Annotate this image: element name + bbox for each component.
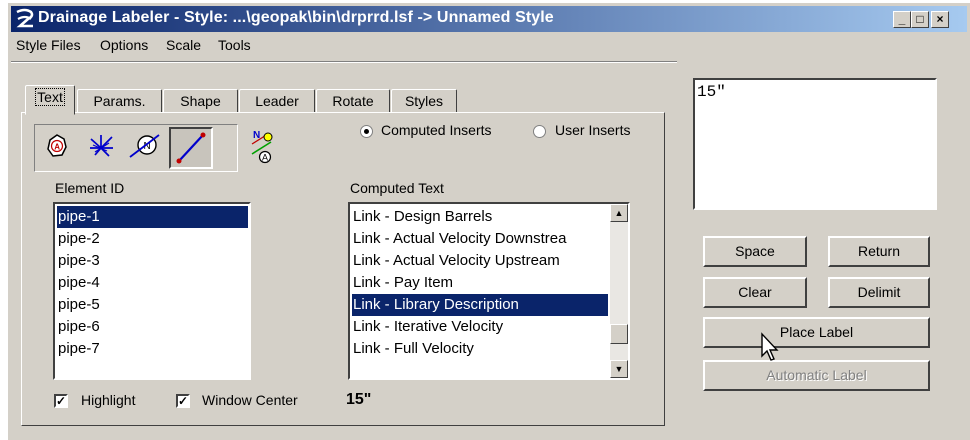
tab-rotate[interactable]: Rotate: [316, 89, 390, 113]
link-tool-icon[interactable]: [169, 127, 213, 169]
list-item[interactable]: pipe-6: [57, 316, 100, 338]
list-item[interactable]: pipe-5: [57, 294, 100, 316]
geopak-logo-icon: [16, 8, 34, 28]
list-item[interactable]: pipe-2: [57, 228, 100, 250]
close-button[interactable]: ×: [931, 11, 949, 28]
space-button[interactable]: Space: [703, 236, 807, 267]
network-tool-icon[interactable]: N: [125, 127, 169, 169]
menu-options[interactable]: Options: [100, 37, 148, 53]
menu-bar: Style Files Options Scale Tools: [11, 33, 967, 57]
window-title: Drainage Labeler - Style: ...\geopak\bin…: [38, 9, 554, 26]
computed-inserts-label: Computed Inserts: [381, 122, 492, 138]
scroll-down-icon[interactable]: ▼: [610, 360, 628, 378]
user-inserts-radio[interactable]: [533, 125, 546, 138]
return-button[interactable]: Return: [828, 236, 930, 267]
list-item[interactable]: Link - Iterative Velocity: [352, 316, 503, 338]
scroll-thumb[interactable]: [610, 324, 628, 344]
tab-styles[interactable]: Styles: [391, 89, 457, 113]
window-center-label: Window Center: [202, 392, 298, 408]
highlight-checkbox[interactable]: ✓: [54, 394, 68, 408]
list-item[interactable]: Link - Library Description: [352, 294, 608, 316]
title-bar[interactable]: Drainage Labeler - Style: ...\geopak\bin…: [11, 6, 967, 32]
minimize-button[interactable]: _: [893, 11, 911, 28]
element-id-heading: Element ID: [55, 180, 125, 196]
computed-text-heading: Computed Text: [350, 180, 444, 196]
highlight-label: Highlight: [81, 392, 136, 408]
list-item[interactable]: Link - Design Barrels: [352, 206, 492, 228]
label-update-icon[interactable]: N A: [244, 126, 280, 166]
computed-inserts-radio[interactable]: [360, 125, 373, 138]
label-text-area[interactable]: 15": [693, 78, 937, 210]
label-preview-value: 15": [346, 391, 372, 408]
window-center-checkbox[interactable]: ✓: [176, 394, 190, 408]
svg-text:A: A: [54, 143, 60, 152]
list-item[interactable]: Link - Full Velocity: [352, 338, 474, 360]
computed-text-scrollbar[interactable]: ▲ ▼: [610, 204, 628, 378]
tab-leader[interactable]: Leader: [239, 89, 315, 113]
element-id-list[interactable]: pipe-1 pipe-2 pipe-3 pipe-4 pipe-5 pipe-…: [53, 202, 251, 380]
element-type-toolbox: A N: [34, 124, 238, 172]
maximize-button[interactable]: □: [911, 11, 929, 28]
list-item[interactable]: pipe-1: [57, 206, 248, 228]
menu-separator: [11, 61, 677, 63]
list-item[interactable]: pipe-4: [57, 272, 100, 294]
list-item[interactable]: pipe-7: [57, 338, 100, 360]
clear-button[interactable]: Clear: [703, 277, 807, 308]
automatic-label-button[interactable]: Automatic Label: [703, 360, 930, 391]
computed-text-list[interactable]: Link - Design Barrels Link - Actual Velo…: [348, 202, 630, 380]
mouse-pointer-icon: [761, 332, 779, 361]
menu-style-files[interactable]: Style Files: [16, 37, 81, 53]
menu-tools[interactable]: Tools: [218, 37, 251, 53]
svg-text:A: A: [262, 153, 268, 163]
tab-shape[interactable]: Shape: [163, 89, 238, 113]
menu-scale[interactable]: Scale: [166, 37, 201, 53]
tab-params[interactable]: Params.: [77, 89, 162, 113]
place-label-button[interactable]: Place Label: [703, 317, 930, 348]
list-item[interactable]: pipe-3: [57, 250, 100, 272]
tab-text[interactable]: Text: [25, 85, 75, 115]
outfall-tool-icon[interactable]: [81, 127, 125, 169]
user-inserts-label: User Inserts: [555, 122, 631, 138]
node-tool-icon[interactable]: A: [37, 127, 81, 169]
list-item[interactable]: Link - Actual Velocity Downstrea: [352, 228, 566, 250]
list-item[interactable]: Link - Actual Velocity Upstream: [352, 250, 560, 272]
scroll-up-icon[interactable]: ▲: [610, 204, 628, 222]
delimit-button[interactable]: Delimit: [828, 277, 930, 308]
list-item[interactable]: Link - Pay Item: [352, 272, 453, 294]
